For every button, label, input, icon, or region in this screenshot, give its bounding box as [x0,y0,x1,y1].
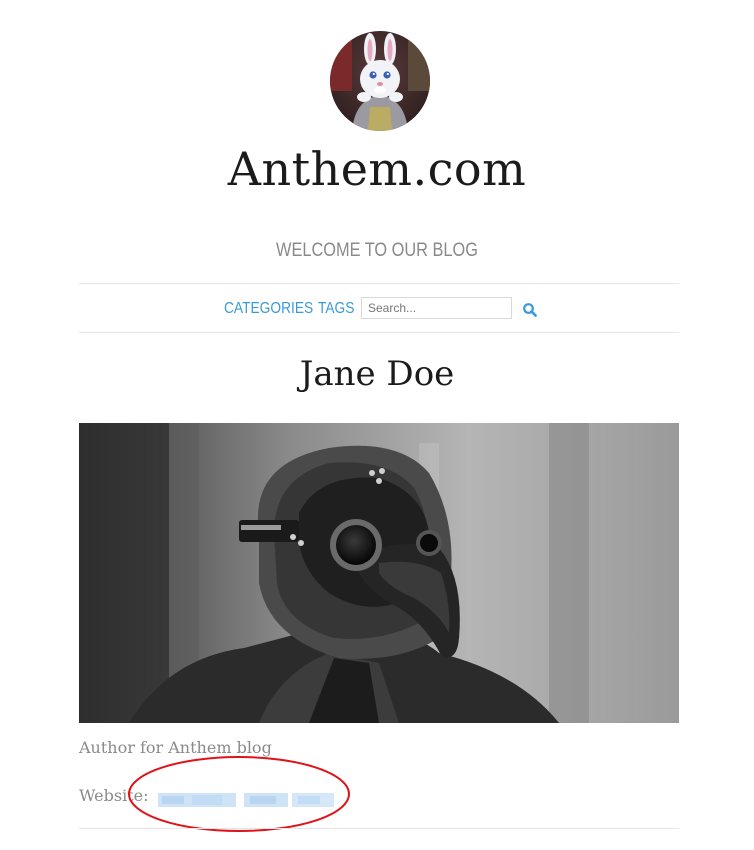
search-icon[interactable] [522,302,538,318]
nav-categories-link[interactable]: CATEGORIES [224,298,313,320]
website-label: Website: [79,786,149,805]
blurred-url-icon [158,793,334,807]
website-link[interactable] [158,790,334,807]
site-avatar[interactable] [330,31,430,131]
author-bio: Author for Anthem blog [79,738,272,757]
divider-nav-bottom [79,332,679,333]
main-nav: CATEGORIES TAGS [0,296,754,322]
divider-bottom [79,828,679,829]
site-title[interactable]: Anthem.com [0,140,754,198]
author-website-row: Website: [79,784,334,808]
author-name-heading: Jane Doe [299,354,455,394]
author-cover-image [79,423,679,723]
site-tagline: WELCOME TO OUR BLOG [276,240,478,261]
nav-tags-link[interactable]: TAGS [318,298,354,320]
bunny-avatar-icon [330,31,430,131]
search-input[interactable] [361,297,512,319]
divider-top [79,283,679,284]
plague-doctor-photo-icon [79,423,679,723]
